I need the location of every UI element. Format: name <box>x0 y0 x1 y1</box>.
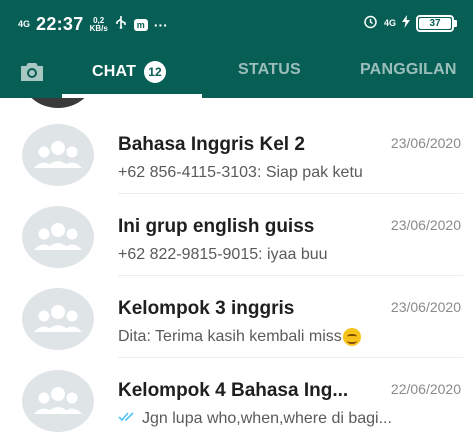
chat-last-message: Dita: Terima kasih kembali miss <box>118 328 361 346</box>
chat-title: Kelompok 3 inggris <box>118 298 295 319</box>
network-speed: 0,2 KB/s <box>89 16 108 33</box>
app-notification-icon: m <box>133 18 148 31</box>
unread-count-badge: 12 <box>144 61 167 83</box>
message-text: Dita: Terima kasih kembali miss <box>118 328 342 345</box>
chat-row[interactable]: Ini grup english guiss 23/06/2020 +62 82… <box>0 194 473 276</box>
message-text: +62 856-4115-3103: Siap pak ketu <box>118 164 363 181</box>
usb-icon <box>114 15 128 34</box>
chat-date: 23/06/2020 <box>390 135 461 151</box>
chat-row[interactable]: Bahasa Inggris Kel 2 23/06/2020 +62 856-… <box>0 112 473 194</box>
chat-date: 23/06/2020 <box>390 217 461 233</box>
message-text: +62 822-9815-9015: iyaa buu <box>118 246 328 263</box>
charging-icon <box>402 15 410 31</box>
message-text: Jgn lupa who,when,where di bagi... <box>142 410 392 427</box>
status-bar: 4G 22:37 0,2 KB/s m ··· 4G 37 <box>0 0 473 48</box>
tab-bar: CHAT 12 STATUS PANGGILAN <box>0 48 473 98</box>
chat-title: Ini grup english guiss <box>118 216 315 237</box>
chat-date: 23/06/2020 <box>390 299 461 315</box>
tab-calls[interactable]: PANGGILAN <box>360 61 457 79</box>
chat-date: 22/06/2020 <box>390 381 461 397</box>
network-speed-unit: KB/s <box>89 23 108 33</box>
network-type: 4G <box>383 17 396 28</box>
chat-list: Bahasa Inggris Kel 2 23/06/2020 +62 856-… <box>0 112 473 440</box>
camera-icon[interactable] <box>18 60 46 84</box>
tab-status[interactable]: STATUS <box>238 61 301 79</box>
alarm-icon <box>363 14 378 32</box>
status-right: 4G 37 <box>363 14 457 32</box>
partial-chat-row[interactable] <box>0 98 473 108</box>
tab-chat-label: CHAT <box>92 63 137 80</box>
group-avatar-icon[interactable] <box>22 288 94 350</box>
more-notifications-icon: ··· <box>153 16 168 33</box>
chat-title: Bahasa Inggris Kel 2 <box>118 134 305 155</box>
tab-chat[interactable]: CHAT 12 <box>92 61 167 83</box>
chat-last-message: Jgn lupa who,when,where di bagi... <box>118 410 392 428</box>
group-avatar-icon[interactable] <box>22 124 94 186</box>
chat-row[interactable]: Kelompok 4 Bahasa Ing... 22/06/2020 Jgn … <box>0 358 473 440</box>
clock: 22:37 <box>36 14 84 34</box>
chat-last-message: +62 856-4115-3103: Siap pak ketu <box>118 164 363 182</box>
battery-level: 37 <box>419 17 451 29</box>
battery-icon: 37 <box>416 14 457 32</box>
smiling-emoji-icon <box>342 328 361 346</box>
group-avatar-icon[interactable] <box>22 370 94 432</box>
chat-last-message: +62 822-9815-9015: iyaa buu <box>118 246 328 264</box>
chat-row[interactable]: Kelompok 3 inggris 23/06/2020 Dita: Teri… <box>0 276 473 358</box>
chat-title: Kelompok 4 Bahasa Ing... <box>118 380 349 401</box>
group-avatar-icon[interactable] <box>22 206 94 268</box>
avatar <box>22 98 94 108</box>
double-check-read-icon <box>118 410 138 428</box>
status-left: 4G 22:37 0,2 KB/s m ··· <box>18 14 168 35</box>
signal-indicator: 4G <box>18 19 31 29</box>
